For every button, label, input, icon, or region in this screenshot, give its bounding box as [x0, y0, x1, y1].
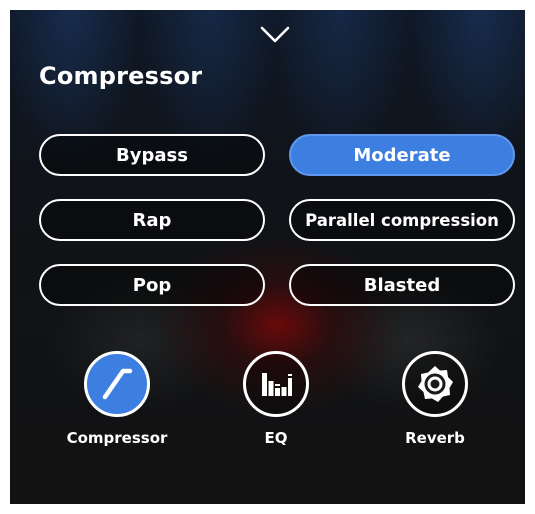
compressor-curve-icon: [102, 368, 133, 400]
preset-blasted-button[interactable]: Blasted: [289, 264, 515, 306]
module-compressor-button[interactable]: Compressor: [57, 351, 177, 447]
module-compressor-circle[interactable]: [84, 351, 150, 417]
module-eq-label: EQ: [264, 429, 288, 447]
module-eq-circle[interactable]: [243, 351, 309, 417]
preset-rap-button[interactable]: Rap: [39, 199, 265, 241]
compressor-panel: Compressor Bypass Moderate Rap Parallel …: [10, 10, 525, 504]
module-compressor-label: Compressor: [66, 429, 168, 447]
module-reverb-label: Reverb: [405, 429, 465, 447]
module-eq-button[interactable]: EQ: [216, 351, 336, 447]
module-reverb-circle[interactable]: [402, 351, 468, 417]
preset-bypass-button[interactable]: Bypass: [39, 134, 265, 176]
preset-pop-button[interactable]: Pop: [39, 264, 265, 306]
preset-moderate-button[interactable]: Moderate: [289, 134, 515, 176]
page-title: Compressor: [39, 62, 203, 90]
equalizer-icon: [262, 373, 292, 396]
preset-parallel-compression-button[interactable]: Parallel compression: [289, 199, 515, 241]
module-reverb-button[interactable]: Reverb: [375, 351, 495, 447]
reverb-icon: [418, 366, 453, 402]
chevron-down-icon[interactable]: [258, 22, 292, 46]
